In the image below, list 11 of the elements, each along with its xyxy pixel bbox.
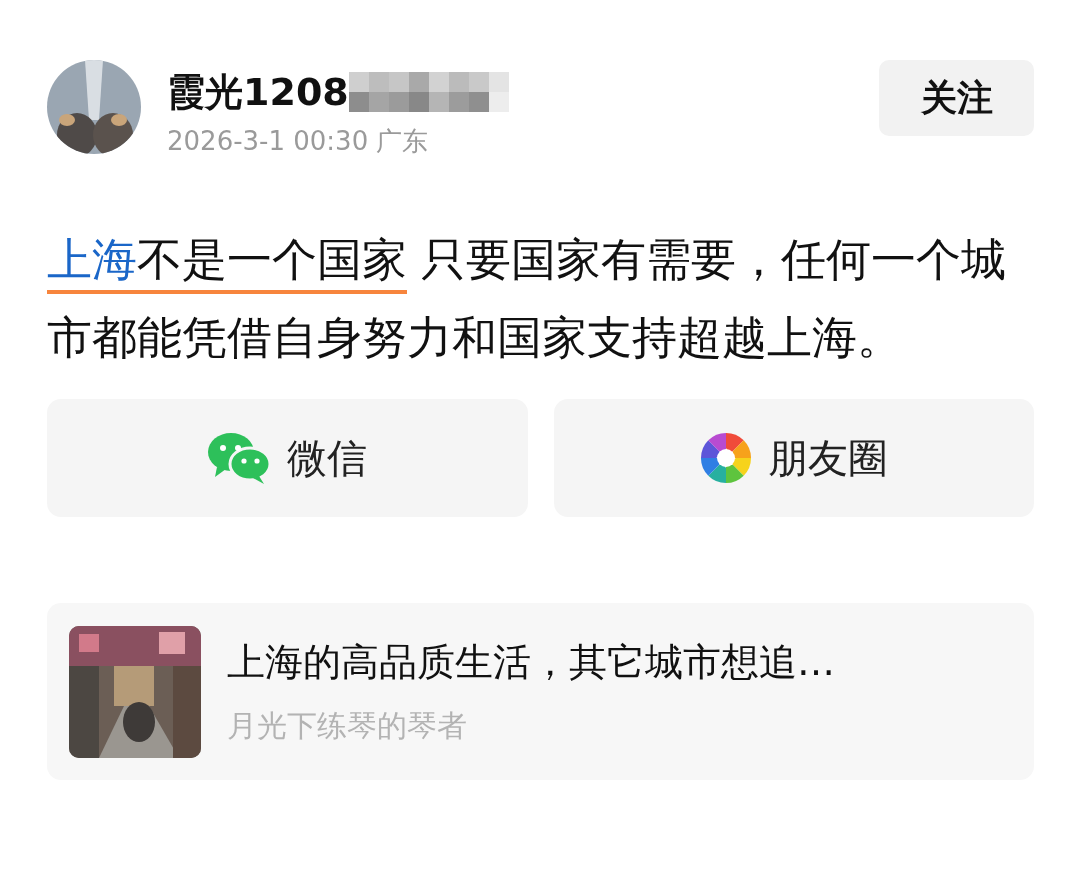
share-button[interactable]: 微信 (47, 399, 528, 517)
post-text: 上海不是一个国家 只要国家有需要，任何一个城市都能凭借自身努力和国家支持超越上海。 (47, 232, 1008, 366)
post-time-location: 2026-3-1 00:30 广东 (167, 125, 430, 158)
related-article-card[interactable]: 上海的高品质生活，其它城市想追… 月光下练琴的琴者 (47, 603, 1034, 780)
username[interactable]: 霞光1208 (167, 70, 349, 114)
follow-button[interactable]: 关注 (879, 60, 1034, 136)
aperture-icon (699, 432, 752, 484)
chat-bubbles-icon (207, 431, 272, 485)
article-title: 上海的高品质生活，其它城市想追… (227, 638, 835, 686)
share-button[interactable]: 朋友圈 (553, 399, 1034, 517)
article-author: 月光下练琴的琴者 (227, 706, 468, 745)
